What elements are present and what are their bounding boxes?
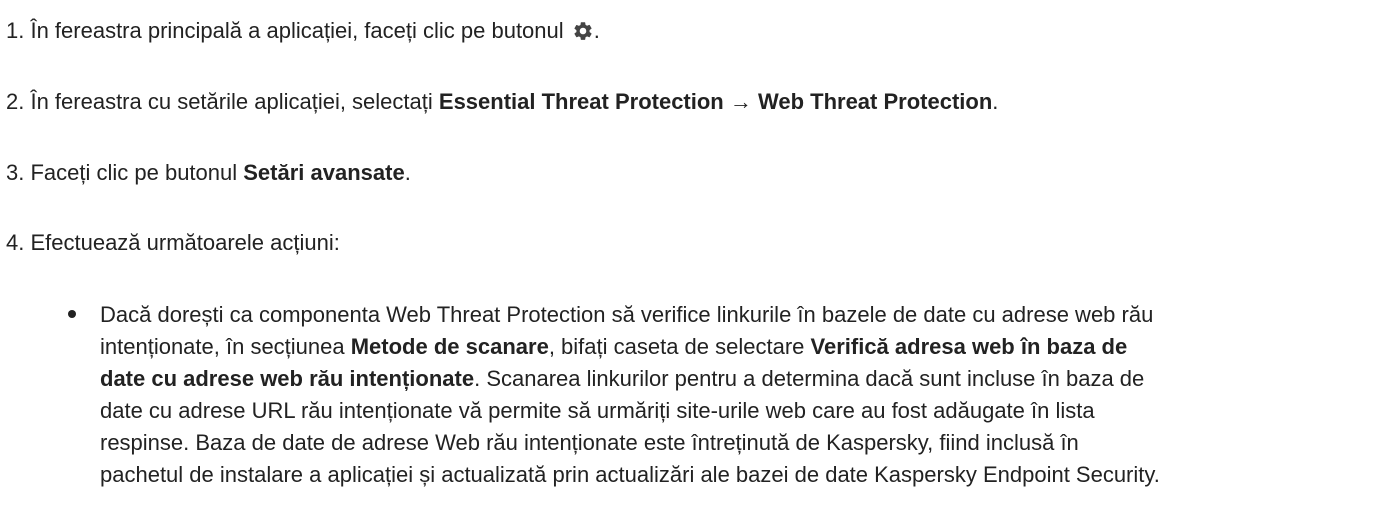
bullet-line-3: date cu adrese web rău intenționate. Sca…	[100, 363, 1383, 395]
bullet-line-2: intenționate, în secțiunea Metode de sca…	[100, 331, 1383, 363]
bullet-line-3-b: . Scanarea linkurilor pentru a determina…	[474, 366, 1145, 391]
scan-methods-label: Metode de scanare	[350, 334, 549, 359]
step-1-suffix: .	[593, 18, 600, 43]
bullet-line-6: pachetul de instalare a aplicației și ac…	[100, 462, 1160, 487]
step-1: 1. În fereastra principală a aplicației,…	[6, 16, 600, 46]
arrow-separator: →	[723, 89, 758, 114]
step-2: 2. În fereastra cu setările aplicației, …	[6, 87, 998, 117]
bullet-line-4: date cu adrese URL rău intenționate vă p…	[100, 398, 1095, 423]
advanced-settings-label: Setări avansate	[243, 160, 405, 185]
step-1-text: 1. În fereastra principală a aplicației,…	[6, 18, 570, 43]
bullet-line-1: Dacă dorești ca componenta Web Threat Pr…	[100, 302, 1154, 327]
step-2-suffix: .	[992, 89, 999, 114]
bullet-line-5: respinse. Baza de date de adrese Web rău…	[100, 430, 1079, 455]
list-item: Dacă dorești ca componenta Web Threat Pr…	[68, 299, 1383, 491]
essential-threat-protection-label: Essential Threat Protection	[438, 89, 724, 114]
step-4-text: 4. Efectuează următoarele acțiuni:	[6, 230, 340, 255]
step-3: 3. Faceți clic pe butonul Setări avansat…	[6, 158, 411, 188]
bullet-line-2-c: , bifați caseta de selectare	[548, 334, 811, 359]
step-3-text: 3. Faceți clic pe butonul	[6, 160, 244, 185]
bullet-line-2-a: intenționate, în secțiunea	[100, 334, 351, 359]
web-threat-protection-label: Web Threat Protection	[757, 89, 993, 114]
check-url-option-label-part2: date cu adrese web rău intenționate	[100, 366, 475, 391]
step-3-suffix: .	[404, 160, 411, 185]
gear-icon	[574, 22, 592, 40]
actions-list: Dacă dorești ca componenta Web Threat Pr…	[68, 299, 1383, 491]
check-url-option-label-part1: Verifică adresa web în baza de	[810, 334, 1128, 359]
step-4: 4. Efectuează următoarele acțiuni:	[6, 228, 340, 258]
instructions-document: 1. În fereastra principală a aplicației,…	[0, 0, 1388, 511]
step-2-text: 2. În fereastra cu setările aplicației, …	[6, 89, 439, 114]
bullet-icon	[68, 310, 76, 318]
